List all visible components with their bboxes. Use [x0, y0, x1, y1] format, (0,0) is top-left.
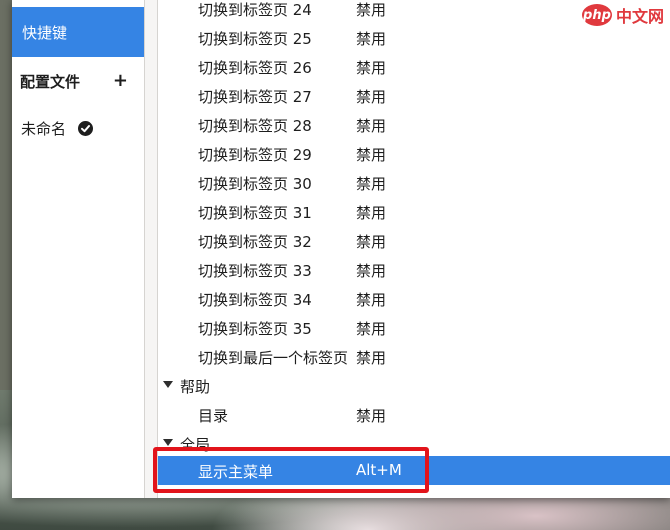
expander-down-icon[interactable]	[163, 439, 173, 446]
list-item[interactable]: 切换到标签页 30 禁用	[158, 168, 670, 197]
sidebar: 快捷键 配置文件 + 未命名	[12, 0, 144, 498]
list-item[interactable]: 目录 禁用	[158, 400, 670, 429]
list-item[interactable]: 切换到标签页 26 禁用	[158, 52, 670, 81]
list-item[interactable]: 切换到标签页 28 禁用	[158, 110, 670, 139]
sidebar-profiles-header: 配置文件 +	[12, 62, 144, 100]
list-item-selected[interactable]: 显示主菜单 Alt+M	[158, 456, 670, 485]
watermark-logo: php	[581, 4, 612, 26]
pane-divider[interactable]	[144, 0, 158, 498]
list-item[interactable]: 切换到最后一个标签页 禁用	[158, 342, 670, 371]
add-profile-button[interactable]: +	[113, 70, 128, 91]
group-global[interactable]: 全局	[158, 429, 670, 458]
list-item[interactable]: 切换到标签页 34 禁用	[158, 284, 670, 313]
profile-name: 未命名	[21, 119, 67, 138]
preferences-window: 快捷键 配置文件 + 未命名 切换到标签页 24 禁用 切换到标签页 25 禁用…	[12, 0, 670, 498]
list-item[interactable]: 切换到标签页 31 禁用	[158, 197, 670, 226]
watermark: php 中文网	[581, 2, 664, 28]
list-item[interactable]: 切换到标签页 33 禁用	[158, 255, 670, 284]
expander-down-icon[interactable]	[163, 381, 173, 388]
list-item[interactable]: 切换到标签页 27 禁用	[158, 81, 670, 110]
watermark-text: 中文网	[615, 7, 664, 26]
sidebar-item-profile[interactable]: 未命名	[12, 112, 144, 144]
group-help[interactable]: 帮助	[158, 371, 670, 400]
profiles-label: 配置文件	[20, 72, 81, 91]
default-check-icon	[78, 120, 94, 136]
shortcuts-list: 切换到标签页 24 禁用 切换到标签页 25 禁用 切换到标签页 26 禁用 切…	[158, 0, 670, 498]
sidebar-item-shortcuts[interactable]: 快捷键	[12, 7, 144, 57]
list-item[interactable]: 切换到标签页 32 禁用	[158, 226, 670, 255]
sidebar-item-label: 快捷键	[22, 23, 68, 42]
list-item[interactable]: 切换到标签页 35 禁用	[158, 313, 670, 342]
list-item[interactable]: 切换到标签页 29 禁用	[158, 139, 670, 168]
